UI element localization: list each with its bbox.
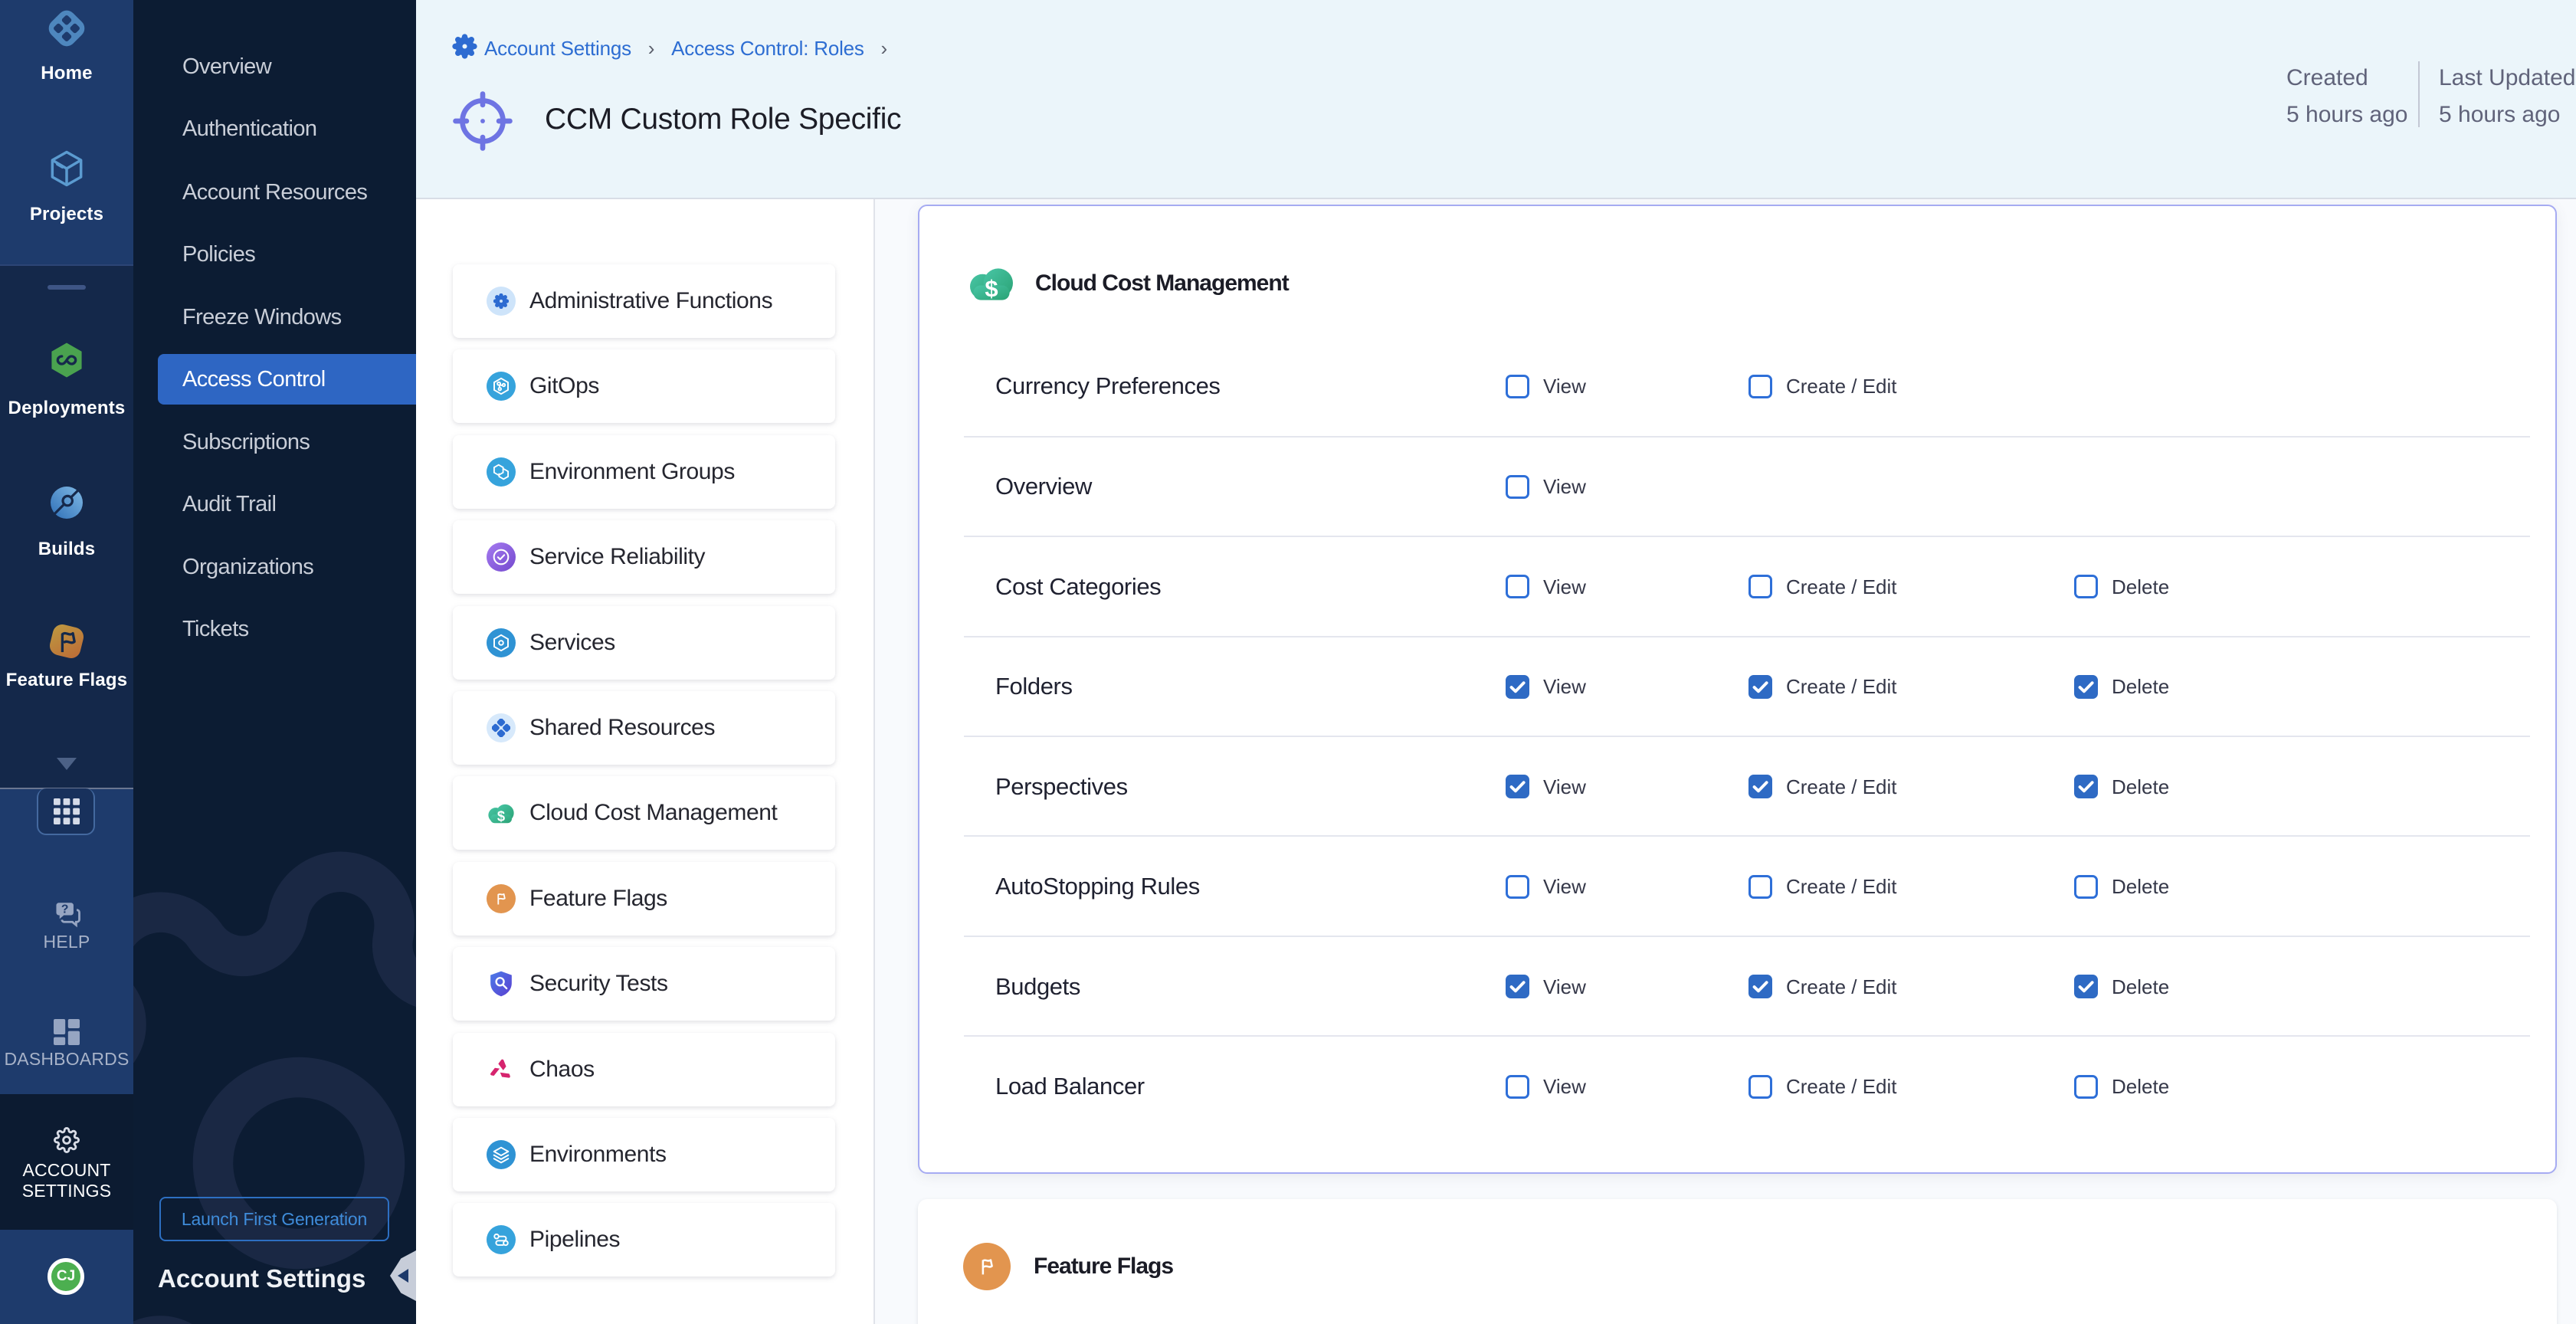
svg-text:$: $ bbox=[985, 275, 998, 302]
svg-text:?: ? bbox=[61, 903, 69, 916]
svg-text:$: $ bbox=[497, 808, 505, 824]
